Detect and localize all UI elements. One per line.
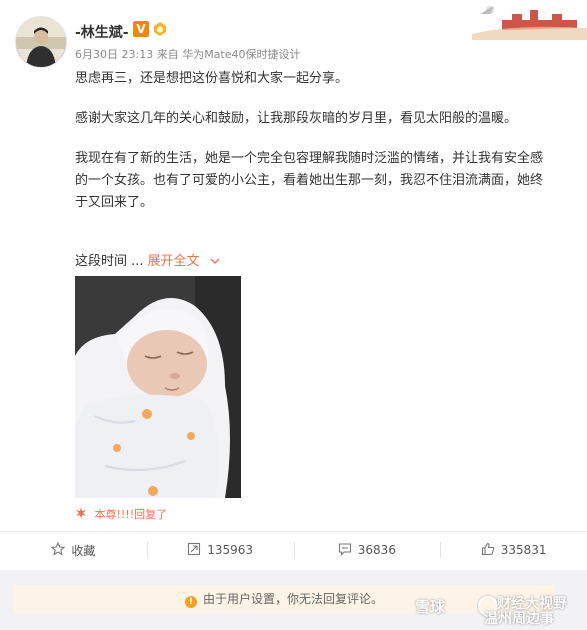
vip-badge[interactable]: V [133,21,149,37]
source-device[interactable]: 华为Mate40保时捷设计 [182,48,300,61]
post-meta: 6月30日 23:13 来自 华为Mate40保时捷设计 [75,46,301,62]
author-reply-indicator[interactable]: 本尊!!!!回复了 [75,506,167,522]
comment-restriction-notice: ! 由于用户设置，你无法回复评论。 [14,585,554,613]
favorite-label: 收藏 [71,543,96,558]
post-paragraph: 思虑再三，还是想把这份喜悦和大家一起分享。 [75,71,349,86]
like-button[interactable]: 335831 [440,532,587,568]
comment-icon [338,542,358,559]
star-icon [51,541,71,559]
notice-text: 由于用户设置，你无法回复评论。 [202,592,383,606]
username[interactable]: -林生斌- [75,22,129,42]
comment-button[interactable]: 36836 [293,532,441,568]
thumbs-up-icon [481,542,501,559]
fan-badge-icon[interactable] [152,20,168,38]
watermark-left: 雪球 [415,598,446,616]
source-prefix: 来自 [156,48,179,61]
avatar[interactable] [15,16,67,68]
expand-full-text-link[interactable]: 展开全文 [148,254,200,269]
comment-count: 36836 [357,543,396,557]
action-bar: 收藏 135963 36836 335831 [0,532,587,568]
post-content: 思虑再三，还是想把这份喜悦和大家一起分享。 感谢大家这几年的关心和鼓励，让我那段… [75,68,555,231]
repost-icon [187,542,207,559]
like-count: 335831 [500,543,547,557]
post-paragraph: 我现在有了新的生活，她是一个完全包容理解我随时泛滥的情绪，并让我有安全感的一个女… [75,151,544,210]
repost-count: 135963 [207,543,254,557]
corner-decoration [472,0,587,40]
watermark-right-bottom: 温州周边事 [484,611,554,627]
favorite-button[interactable]: 收藏 [0,532,147,568]
truncated-text: 这段时间 ... [75,254,144,269]
repost-button[interactable]: 135963 [146,532,294,568]
post-photo[interactable] [75,276,241,498]
spark-icon [75,507,95,521]
truncated-line: 这段时间 ... 展开全文 [75,250,220,269]
warning-icon: ! [184,596,197,608]
chevron-down-icon[interactable] [206,254,220,269]
post-paragraph: 感谢大家这几年的关心和鼓励，让我那段灰暗的岁月里，看见太阳般的温暖。 [75,111,518,126]
reply-text[interactable]: 本尊!!!!回复了 [95,508,168,521]
timestamp[interactable]: 6月30日 23:13 [75,48,153,61]
